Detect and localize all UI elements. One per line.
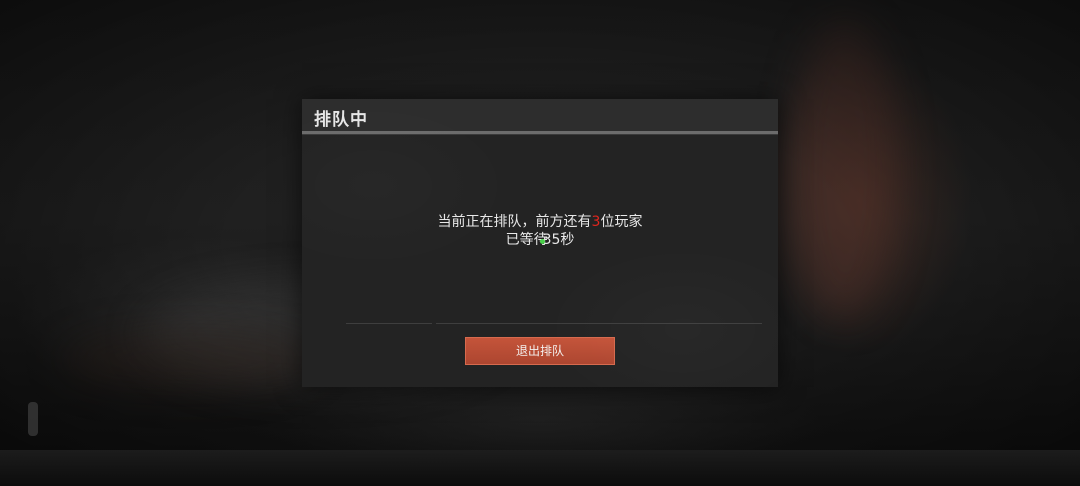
dialog-header: 排队中 (302, 99, 778, 131)
queue-dialog: 排队中 当前正在排队，前方还有3位玩家 已等待35秒 退出排队 (302, 99, 778, 387)
exit-queue-button[interactable]: 退出排队 (465, 337, 615, 365)
side-handle (28, 402, 38, 436)
dialog-title: 排队中 (314, 110, 368, 130)
queue-message: 当前正在排队，前方还有3位玩家 已等待35秒 (302, 213, 778, 249)
queue-text-before: 当前正在排队，前方还有 (437, 214, 592, 230)
wait-seconds: 35 (542, 232, 561, 248)
queue-status-line: 当前正在排队，前方还有3位玩家 (302, 213, 778, 231)
game-screen: 排队中 当前正在排队，前方还有3位玩家 已等待35秒 退出排队 (0, 0, 1080, 486)
footer-divider-right (436, 323, 762, 324)
header-divider (302, 131, 778, 135)
loading-dot-icon (539, 238, 545, 244)
queue-text-after: 位玩家 (600, 214, 643, 230)
footer-divider-left (346, 323, 432, 324)
wait-time-line: 已等待35秒 (302, 231, 778, 249)
background-floor (0, 450, 1080, 486)
wait-suffix: 秒 (560, 232, 575, 248)
